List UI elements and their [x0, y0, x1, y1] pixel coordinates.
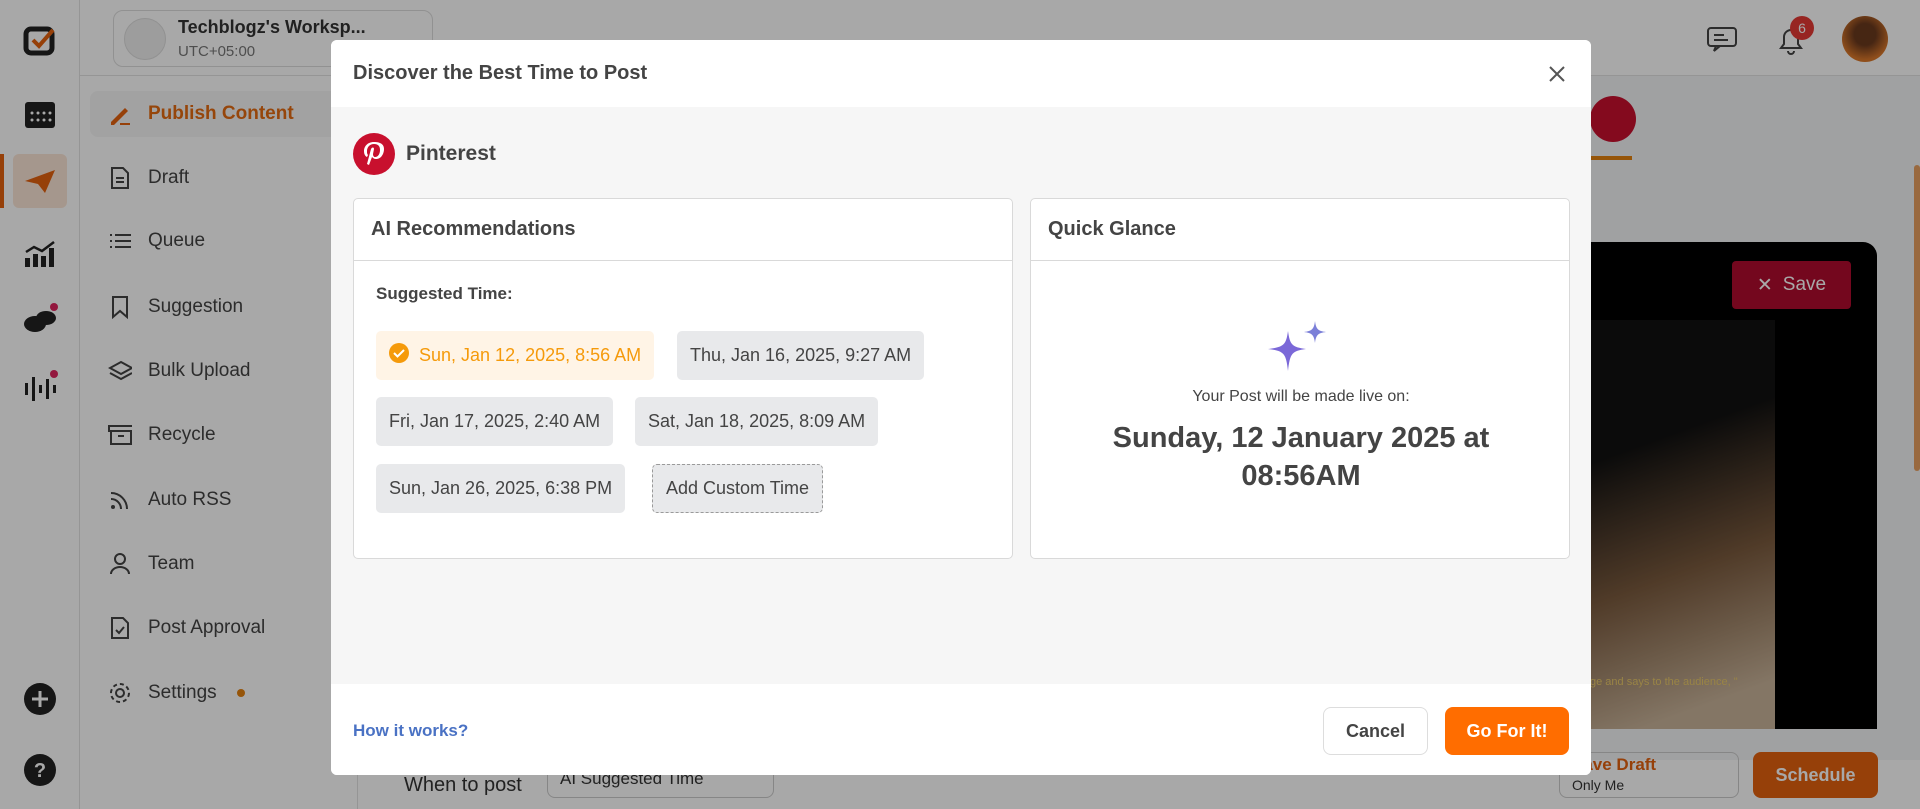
go-for-it-button[interactable]: Go For It!: [1445, 707, 1569, 755]
scheduled-time: 08:56AM: [1241, 460, 1361, 492]
modal-header: Discover the Best Time to Post: [331, 40, 1591, 107]
suggested-time-label: Suggested Time:: [376, 284, 513, 303]
quick-glance-card: Quick Glance Your Post will be made live…: [1030, 198, 1570, 559]
quick-glance-title: Quick Glance: [1031, 199, 1569, 261]
close-icon[interactable]: [1543, 60, 1571, 88]
cancel-button[interactable]: Cancel: [1323, 707, 1428, 755]
time-chip-selected[interactable]: Sun, Jan 12, 2025, 8:56 AM: [376, 331, 655, 380]
pinterest-logo-icon: [353, 133, 395, 175]
modal-title: Discover the Best Time to Post: [353, 62, 648, 84]
ai-card-title: AI Recommendations: [354, 199, 1012, 261]
platform-name: Pinterest: [406, 142, 496, 165]
time-chip[interactable]: Sun, Jan 26, 2025, 6:38 PM: [376, 464, 626, 513]
ai-recommendations-card: AI Recommendations Suggested Time: Sun, …: [353, 198, 1013, 559]
best-time-modal: Discover the Best Time to Post Pinterest…: [331, 40, 1591, 775]
modal-footer: How it works? Cancel Go For It!: [331, 684, 1591, 775]
time-chip[interactable]: Thu, Jan 16, 2025, 9:27 AM: [677, 331, 925, 380]
sparkle-icon: [1268, 321, 1332, 373]
time-chip[interactable]: Fri, Jan 17, 2025, 2:40 AM: [376, 397, 614, 446]
live-on-label: Your Post will be made live on:: [1192, 388, 1410, 405]
scheduled-date: Sunday, 12 January 2025 at: [1112, 422, 1490, 454]
add-custom-time-button[interactable]: Add Custom Time: [652, 464, 824, 513]
how-it-works-link[interactable]: How it works?: [353, 721, 468, 741]
check-circle-icon: [389, 343, 409, 368]
time-chip[interactable]: Sat, Jan 18, 2025, 8:09 AM: [635, 397, 879, 446]
